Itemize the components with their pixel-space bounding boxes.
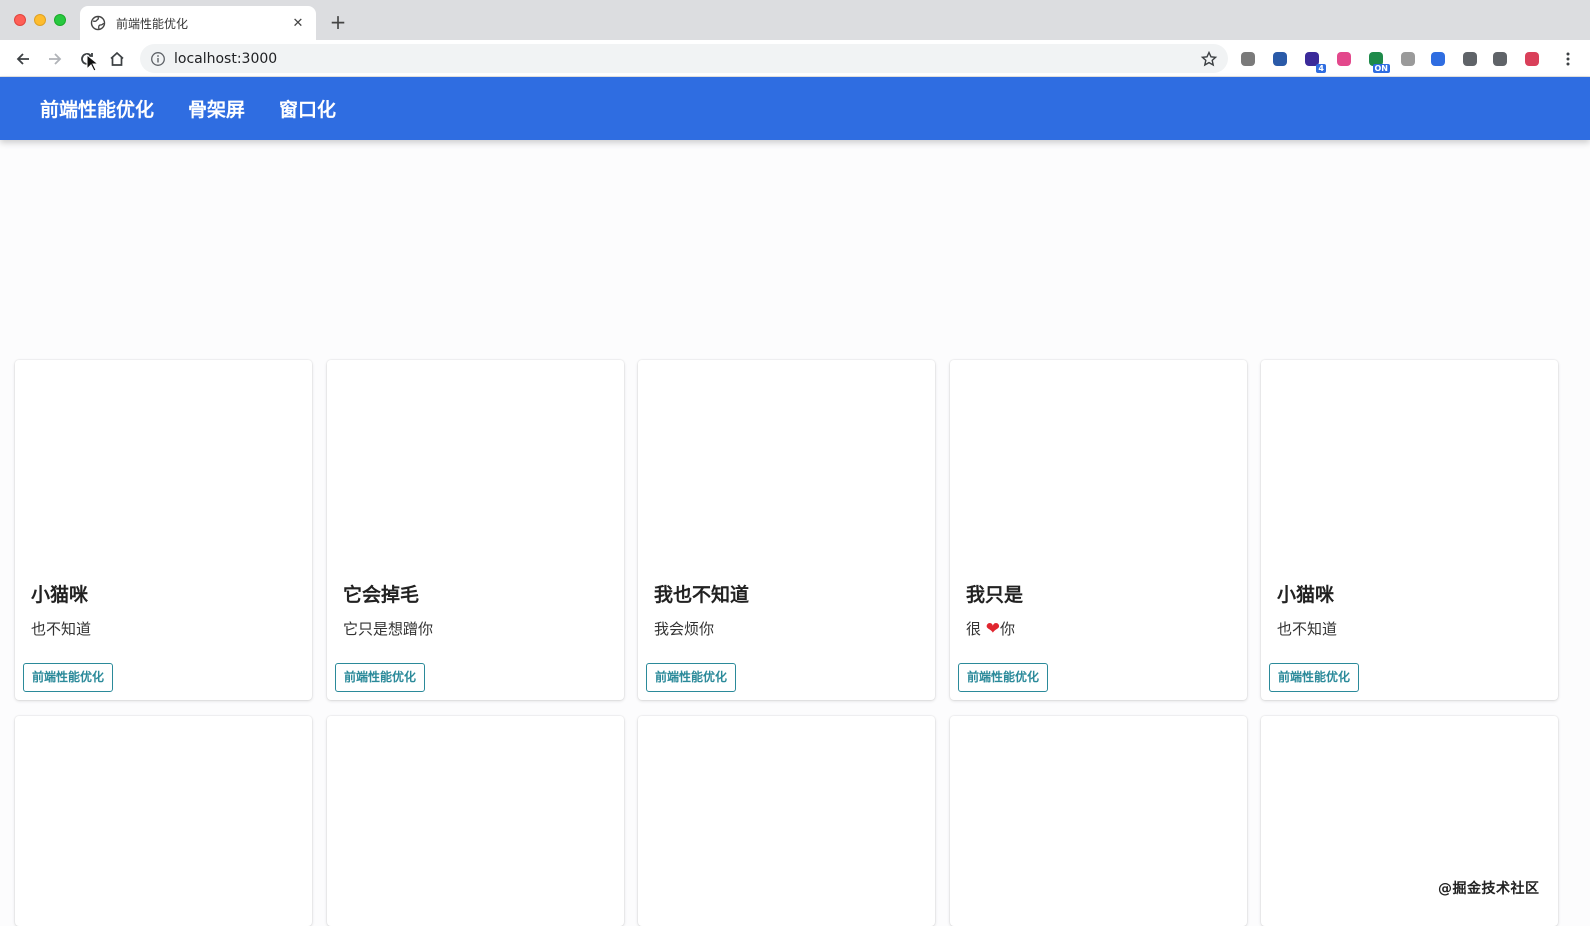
card-title: 小猫咪	[1277, 584, 1335, 606]
shield-extension-icon[interactable]	[1428, 49, 1448, 69]
watermark: @掘金技术社区	[1438, 881, 1540, 897]
react-devtools-icon[interactable]	[1270, 49, 1290, 69]
card-placeholder	[638, 716, 935, 926]
url-text[interactable]: localhost:3000	[174, 51, 1200, 67]
menu-kebab-icon[interactable]	[1558, 49, 1578, 69]
new-tab-button[interactable]: +	[326, 10, 350, 34]
mouse-cursor-icon	[86, 54, 98, 72]
card-tag-button[interactable]: 前端性能优化	[646, 663, 737, 692]
card-title: 我也不知道	[654, 584, 750, 606]
card-description: 它只是想蹭你	[343, 620, 434, 638]
nav-link-windowing[interactable]: 窗口化	[279, 95, 336, 122]
reading-list-icon[interactable]	[1490, 49, 1510, 69]
bookmark-star-icon[interactable]	[1200, 50, 1218, 68]
colorzilla-icon[interactable]	[1334, 49, 1354, 69]
puzzle-icon[interactable]	[1460, 49, 1480, 69]
card-title: 我只是	[966, 584, 1024, 606]
maximize-window-button[interactable]	[54, 14, 66, 26]
browser-toolbar: localhost:3000 4 ON	[0, 40, 1590, 77]
apollo-extension-icon[interactable]: 4	[1302, 49, 1326, 73]
arrow-left-icon	[16, 53, 29, 65]
card-description: 也不知道	[1277, 620, 1338, 638]
card-placeholder	[950, 716, 1247, 926]
card[interactable]: 它会掉毛 它只是想蹭你 前端性能优化	[327, 360, 624, 700]
extension-badge: 4	[1316, 64, 1326, 73]
card-description: 也不知道	[31, 620, 92, 638]
card[interactable]: 小猫咪 也不知道 前端性能优化	[15, 360, 312, 700]
card-title: 它会掉毛	[343, 584, 420, 606]
card-placeholder	[327, 716, 624, 926]
tab-close-icon[interactable]: ✕	[290, 16, 306, 31]
home-icon	[110, 51, 124, 66]
card-tag-button[interactable]: 前端性能优化	[23, 663, 114, 692]
browser-tab-strip: 前端性能优化 ✕ +	[0, 0, 1590, 40]
desc-text-post: 你	[1000, 620, 1016, 638]
card-placeholder	[15, 716, 312, 926]
card-description: 我会烦你	[654, 620, 715, 638]
card-description: 很 ❤你	[966, 618, 1015, 639]
forward-button[interactable]	[44, 48, 66, 70]
clock-extension-icon[interactable]	[1398, 49, 1418, 69]
toggle-extension-icon[interactable]: ON	[1366, 49, 1390, 73]
card[interactable]: 我也不知道 我会烦你 前端性能优化	[638, 360, 935, 700]
nav-link-skeleton[interactable]: 骨架屏	[188, 95, 245, 122]
close-window-button[interactable]	[14, 14, 26, 26]
tab-title: 前端性能优化	[116, 16, 189, 31]
globe-icon	[90, 15, 106, 31]
info-icon[interactable]	[150, 51, 166, 67]
back-button[interactable]	[12, 48, 34, 70]
card-tag-button[interactable]: 前端性能优化	[1269, 663, 1360, 692]
extension-badge: ON	[1372, 64, 1390, 73]
nav-link-performance[interactable]: 前端性能优化	[40, 95, 154, 122]
card[interactable]: 我只是 很 ❤你 前端性能优化	[950, 360, 1247, 700]
arrow-right-icon	[49, 53, 62, 65]
home-button[interactable]	[106, 48, 128, 70]
heart-icon: ❤	[985, 619, 1001, 639]
vue-devtools-icon[interactable]	[1238, 49, 1258, 69]
desc-text-pre: 很	[966, 620, 982, 638]
card-tag-button[interactable]: 前端性能优化	[958, 663, 1049, 692]
browser-tab[interactable]: 前端性能优化 ✕	[80, 6, 316, 40]
app-header: 前端性能优化 骨架屏 窗口化	[0, 77, 1590, 140]
card-title: 小猫咪	[31, 584, 89, 606]
profile-avatar-icon[interactable]	[1522, 49, 1542, 69]
address-bar[interactable]: localhost:3000	[140, 44, 1228, 73]
card[interactable]: 小猫咪 也不知道 前端性能优化	[1261, 360, 1558, 700]
card-tag-button[interactable]: 前端性能优化	[335, 663, 426, 692]
minimize-window-button[interactable]	[34, 14, 46, 26]
